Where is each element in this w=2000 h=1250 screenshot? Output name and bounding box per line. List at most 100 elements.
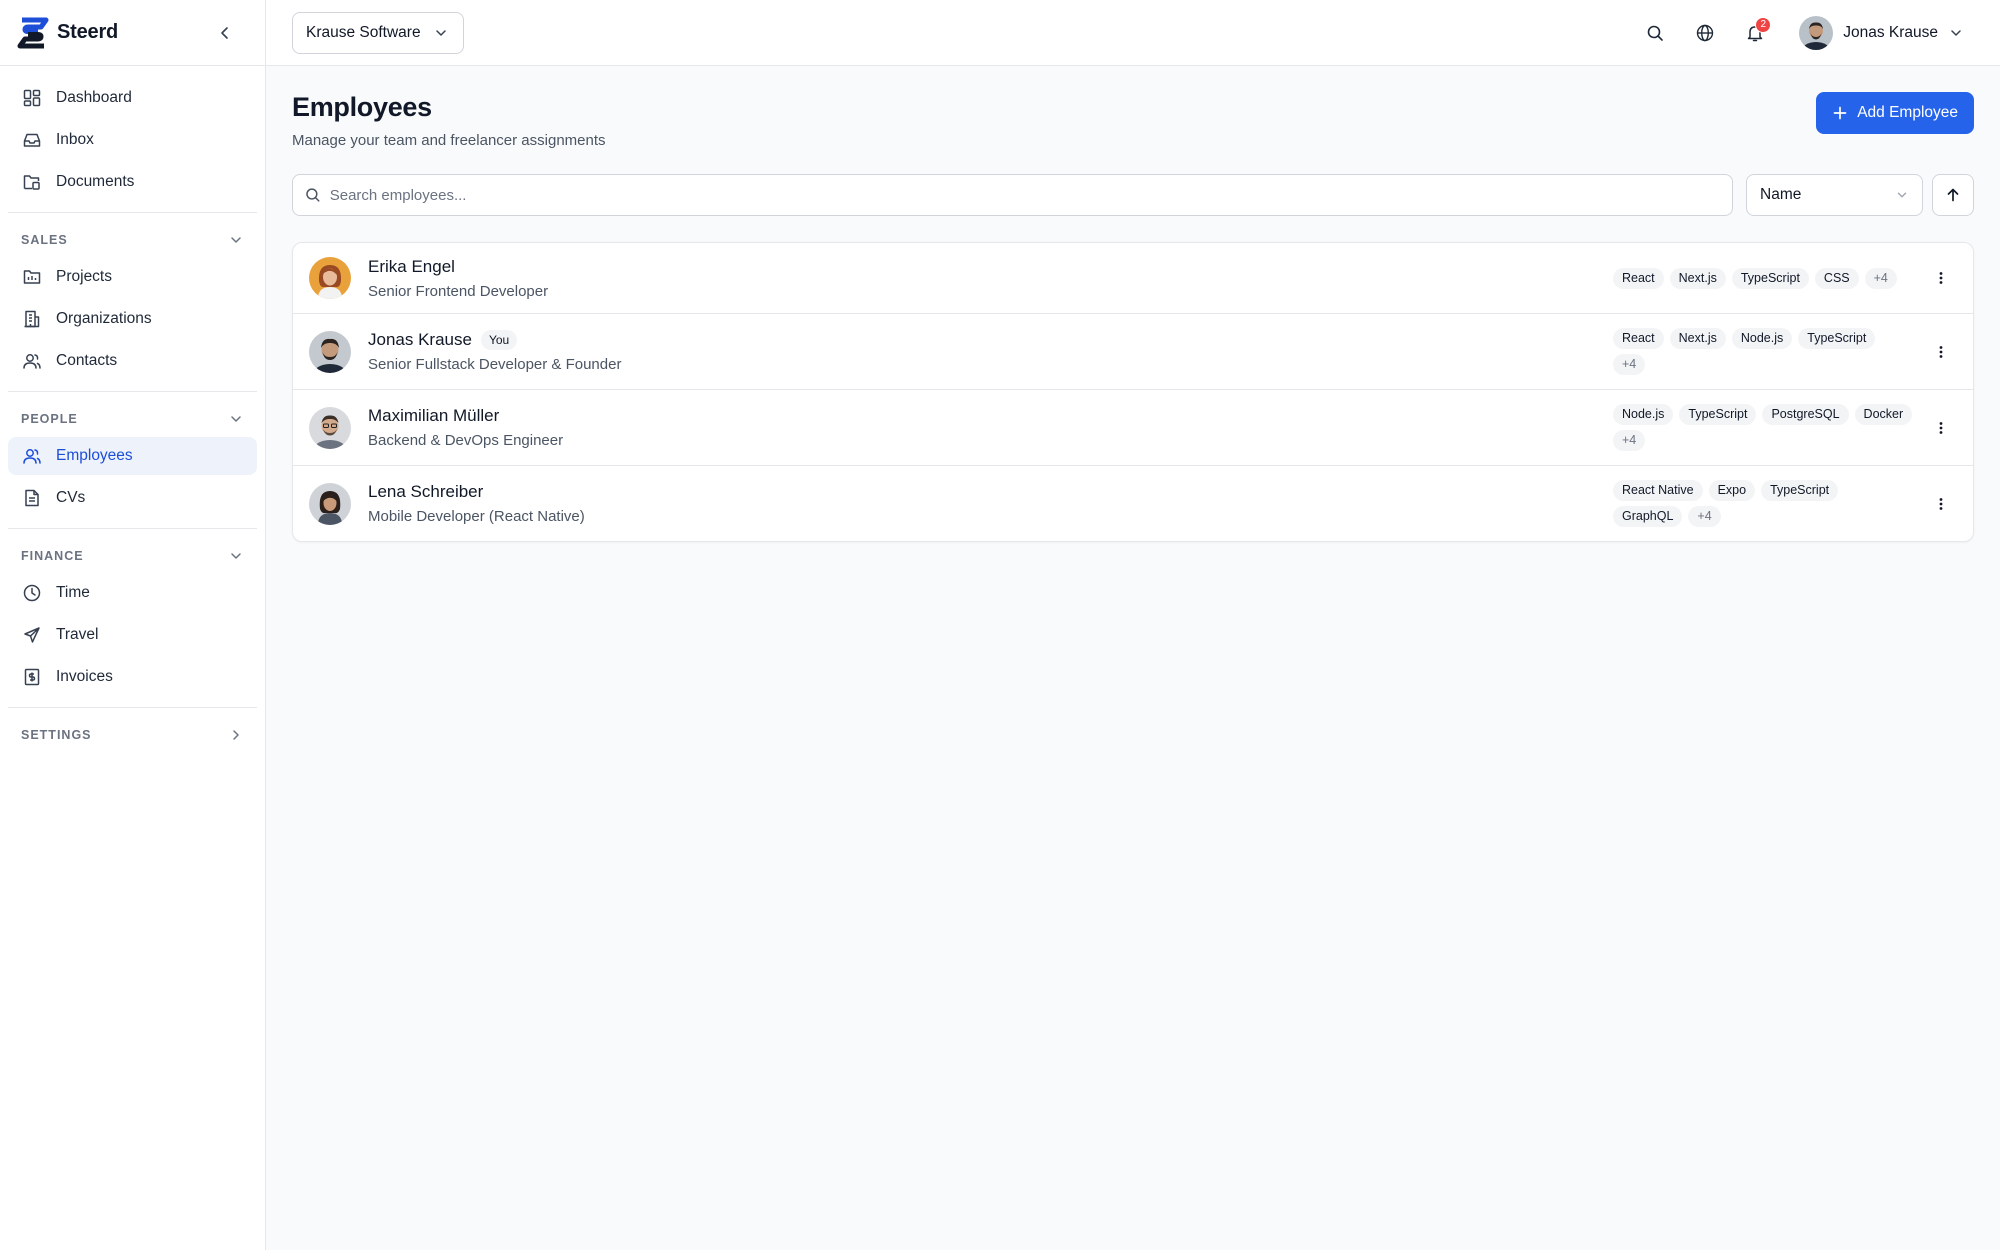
more-skills-tag: +4 <box>1613 354 1646 375</box>
skill-tags: React Native Expo TypeScript GraphQL +4 <box>1613 480 1913 527</box>
organization-switcher[interactable]: Krause Software <box>292 11 464 54</box>
employee-role: Backend & DevOps Engineer <box>368 432 564 449</box>
chevron-down-icon <box>231 237 241 243</box>
employee-info: Jonas Krause You Senior Fullstack Develo… <box>368 330 621 373</box>
row-actions-button[interactable] <box>1925 412 1957 444</box>
sidebar-item-label: Contacts <box>56 352 118 369</box>
plus-icon <box>1833 106 1847 120</box>
avatar <box>309 330 351 373</box>
sidebar-item-cvs[interactable]: CVs <box>8 479 257 517</box>
section-toggle-sales[interactable]: SALES <box>8 224 257 256</box>
sort-select[interactable]: Name <box>1746 174 1923 216</box>
employee-role: Mobile Developer (React Native) <box>368 508 585 525</box>
steerd-logo-icon[interactable] <box>16 16 50 50</box>
chevron-down-icon <box>435 29 446 36</box>
sidebar-item-label: Organizations <box>56 310 152 327</box>
sidebar-item-label: Employees <box>56 447 133 464</box>
inbox-icon <box>23 133 41 147</box>
search-input[interactable] <box>329 186 1720 204</box>
documents-icon <box>23 175 40 190</box>
section-title: SETTINGS <box>21 728 92 742</box>
employee-row[interactable]: Erika Engel Senior Frontend Developer Re… <box>293 243 1973 314</box>
sidebar-item-label: Travel <box>56 626 99 643</box>
sidebar-item-label: Time <box>56 584 90 601</box>
section-title: FINANCE <box>21 549 84 563</box>
sort-value: Name <box>1760 186 1802 203</box>
employee-list: Erika Engel Senior Frontend Developer Re… <box>292 242 1974 542</box>
employee-row[interactable]: Lena Schreiber Mobile Developer (React N… <box>293 466 1973 541</box>
chevron-down-icon <box>231 416 241 422</box>
collapse-sidebar-button[interactable] <box>211 19 239 47</box>
sidebar-item-contacts[interactable]: Contacts <box>8 342 257 380</box>
employee-info: Erika Engel Senior Frontend Developer <box>368 257 548 300</box>
page-title: Employees <box>292 92 432 122</box>
skill-tag: React <box>1613 267 1664 289</box>
users-icon <box>23 354 41 369</box>
section-title: SALES <box>21 233 68 247</box>
clock-icon <box>23 584 41 602</box>
chevron-down-icon <box>1897 192 1907 198</box>
skill-tags: React Next.js TypeScript CSS +4 <box>1613 267 1913 289</box>
folder-icon <box>23 270 41 284</box>
brand-name: Steerd <box>57 21 119 43</box>
avatar <box>309 482 351 525</box>
skill-tag: TypeScript <box>1761 480 1839 501</box>
section-toggle-settings[interactable]: SETTINGS <box>8 719 257 751</box>
skill-tag: Node.js <box>1613 404 1674 425</box>
topbar-actions: 2 Jonas Krause <box>1623 15 1964 51</box>
employee-name: Erika Engel <box>368 256 455 276</box>
row-actions-button[interactable] <box>1925 488 1957 520</box>
sidebar-item-invoices[interactable]: Invoices <box>8 658 257 696</box>
sort-direction-button[interactable] <box>1932 174 1974 216</box>
sidebar-item-dashboard[interactable]: Dashboard <box>8 79 257 117</box>
employee-row[interactable]: Jonas Krause You Senior Fullstack Develo… <box>293 314 1973 390</box>
sidebar-item-label: Dashboard <box>56 89 132 106</box>
employee-row[interactable]: Maximilian Müller Backend & DevOps Engin… <box>293 390 1973 466</box>
user-name: Jonas Krause <box>1843 23 1938 41</box>
search-icon <box>306 188 320 202</box>
avatar <box>1799 15 1834 50</box>
sidebar: Steerd Dashboard Inbox Documents SALES P… <box>0 0 266 1250</box>
sidebar-item-time[interactable]: Time <box>8 574 257 612</box>
sidebar-divider <box>8 528 257 529</box>
add-employee-button[interactable]: Add Employee <box>1816 92 1974 134</box>
row-actions-button[interactable] <box>1925 336 1957 368</box>
sidebar-item-label: CVs <box>56 489 86 506</box>
chevron-left-icon <box>221 26 228 39</box>
user-icon <box>23 449 41 464</box>
skill-tag: Node.js <box>1731 328 1793 349</box>
brand: Steerd <box>0 0 265 66</box>
skill-tag: PostgreSQL <box>1762 404 1849 425</box>
more-vertical-icon <box>1939 272 1943 284</box>
sidebar-item-label: Documents <box>56 173 135 190</box>
employee-role: Senior Frontend Developer <box>368 282 549 300</box>
sidebar-item-inbox[interactable]: Inbox <box>8 121 257 159</box>
main-content: Employees Manage your team and freelance… <box>292 66 1974 542</box>
notifications-button[interactable]: 2 <box>1737 15 1773 51</box>
row-actions-button[interactable] <box>1925 262 1957 294</box>
skill-tag: TypeScript <box>1679 404 1757 425</box>
sidebar-item-documents[interactable]: Documents <box>8 163 257 201</box>
section-toggle-people[interactable]: PEOPLE <box>8 403 257 435</box>
page-header: Employees Manage your team and freelance… <box>292 92 1974 149</box>
sidebar-nav: Dashboard Inbox Documents SALES Projects… <box>0 66 265 751</box>
employee-name: Lena Schreiber <box>368 482 484 501</box>
sidebar-item-employees[interactable]: Employees <box>8 437 257 475</box>
sidebar-item-travel[interactable]: Travel <box>8 616 257 654</box>
arrow-up-icon <box>1947 188 1959 202</box>
sidebar-item-organizations[interactable]: Organizations <box>8 300 257 338</box>
more-skills-tag: +4 <box>1613 430 1646 451</box>
section-toggle-finance[interactable]: FINANCE <box>8 540 257 572</box>
language-button[interactable] <box>1687 15 1723 51</box>
employee-name: Maximilian Müller <box>368 406 500 425</box>
building-icon <box>24 310 40 328</box>
skill-tag: Next.js <box>1669 267 1726 289</box>
add-employee-label: Add Employee <box>1857 104 1958 121</box>
search-button[interactable] <box>1637 15 1673 51</box>
chevron-down-icon <box>231 553 241 559</box>
sidebar-item-projects[interactable]: Projects <box>8 258 257 296</box>
user-menu[interactable]: Jonas Krause <box>1799 15 1964 50</box>
skill-tag: Docker <box>1854 404 1913 425</box>
more-vertical-icon <box>1939 345 1943 358</box>
sidebar-item-label: Projects <box>56 268 112 285</box>
